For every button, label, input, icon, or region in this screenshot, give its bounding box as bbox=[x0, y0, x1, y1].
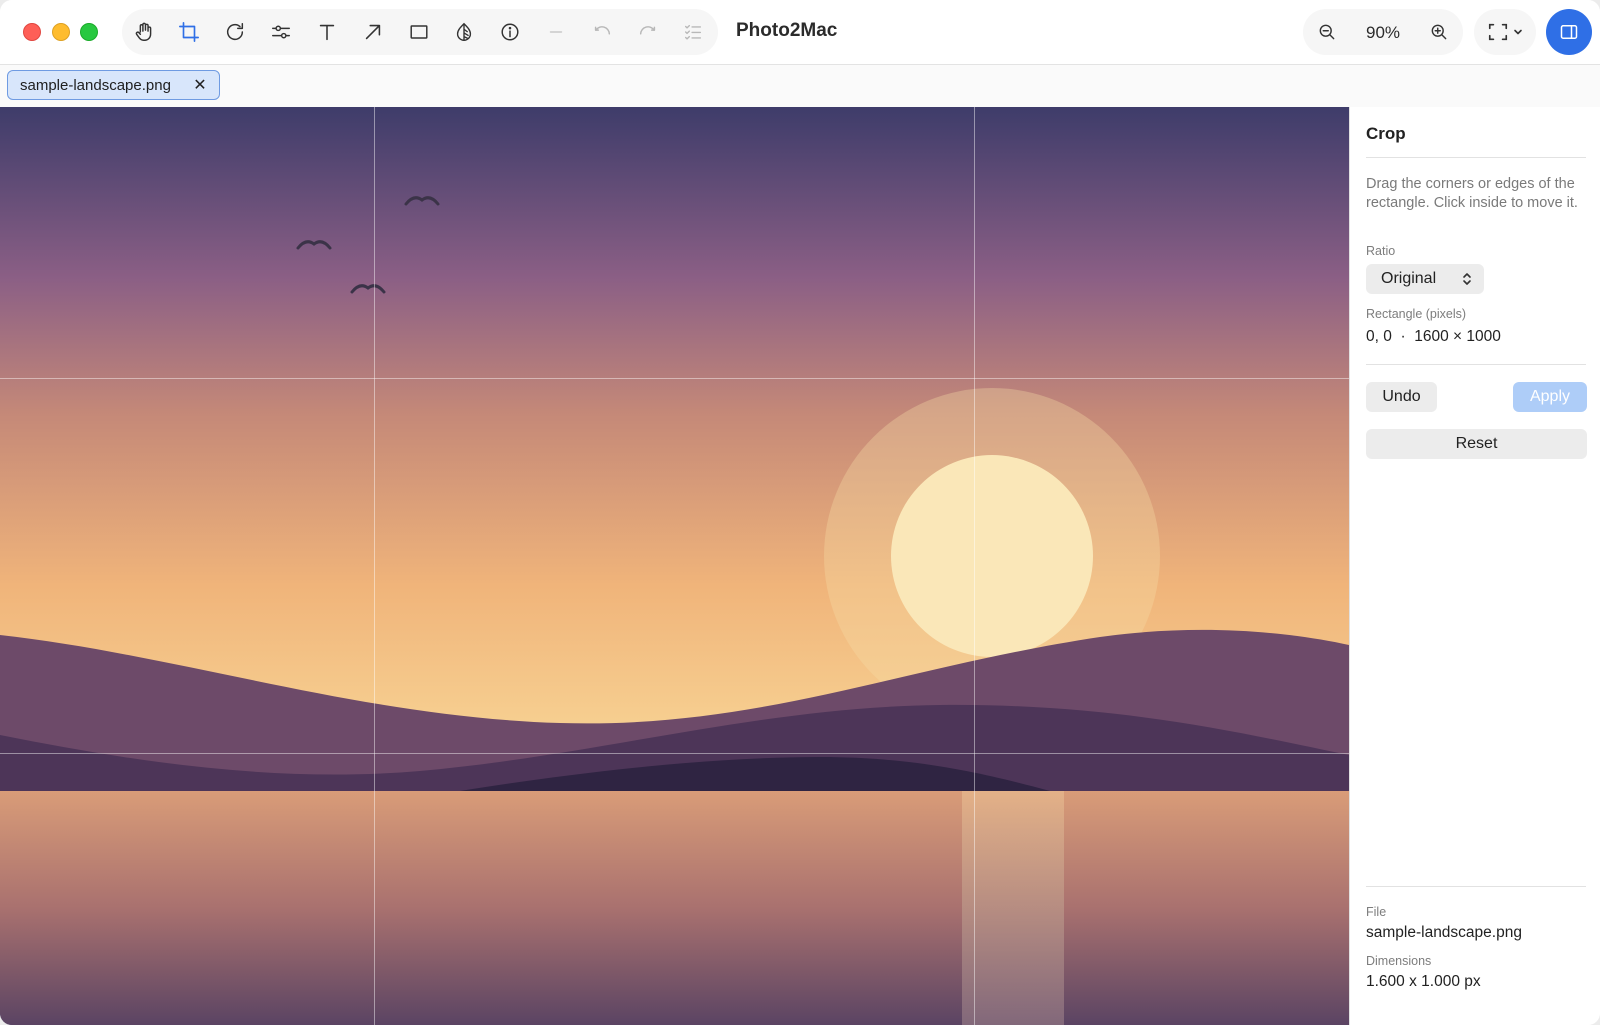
dimensions-value: 1.600 x 1.000 px bbox=[1366, 973, 1481, 990]
ratio-label: Ratio bbox=[1366, 244, 1396, 258]
zoom-level[interactable]: 90% bbox=[1349, 23, 1417, 43]
undo-tool-button[interactable] bbox=[580, 9, 624, 55]
dimensions-label: Dimensions bbox=[1366, 954, 1432, 968]
crop-tool-button[interactable] bbox=[167, 9, 211, 55]
image-canvas[interactable] bbox=[0, 107, 1349, 1025]
redo-icon bbox=[639, 26, 656, 35]
chevron-updown-icon bbox=[1463, 273, 1471, 285]
rotate-icon bbox=[226, 23, 244, 41]
rectangle-icon bbox=[410, 25, 428, 39]
file-label: File bbox=[1366, 905, 1387, 919]
crop-inspector-panel: Crop Drag the corners or edges of the re… bbox=[1349, 107, 1600, 1025]
zoom-in-button[interactable] bbox=[1419, 9, 1459, 55]
minimize-window-button[interactable] bbox=[52, 23, 70, 41]
info-tool-button[interactable] bbox=[488, 9, 532, 55]
adjust-sliders-icon bbox=[272, 25, 290, 39]
tab-sample-landscape[interactable]: sample-landscape.png ✕ bbox=[7, 70, 220, 100]
apply-button[interactable]: Apply bbox=[1513, 382, 1587, 412]
rectangle-tool-button[interactable] bbox=[397, 9, 441, 55]
tab-label: sample-landscape.png bbox=[20, 76, 171, 94]
tool-group bbox=[122, 9, 718, 55]
info-icon bbox=[501, 23, 519, 41]
line-tool-button[interactable] bbox=[534, 9, 578, 55]
ratio-select[interactable]: Original bbox=[1366, 264, 1484, 294]
file-name: sample-landscape.png bbox=[1366, 924, 1522, 941]
zoom-out-button[interactable] bbox=[1307, 9, 1347, 55]
zoom-window-button[interactable] bbox=[80, 23, 98, 41]
sidebar-icon bbox=[1560, 25, 1578, 39]
hand-icon bbox=[135, 22, 152, 41]
rectangle-label: Rectangle (pixels) bbox=[1366, 307, 1467, 321]
arrow-icon bbox=[365, 24, 381, 40]
rotate-tool-button[interactable] bbox=[213, 9, 257, 55]
close-tab-icon[interactable]: ✕ bbox=[191, 76, 209, 94]
undo-icon bbox=[594, 26, 611, 35]
redo-tool-button[interactable] bbox=[626, 9, 670, 55]
panel-title: Crop bbox=[1366, 124, 1406, 143]
redact-tool-button[interactable] bbox=[442, 9, 486, 55]
line-icon bbox=[549, 31, 563, 33]
undo-button[interactable]: Undo bbox=[1366, 382, 1437, 412]
redact-icon bbox=[456, 22, 472, 41]
tab-bar: sample-landscape.png ✕ bbox=[0, 65, 1600, 108]
sidebar-toggle-button[interactable] bbox=[1546, 9, 1592, 55]
zoom-in-icon bbox=[1431, 24, 1447, 40]
app-title: Photo2Mac bbox=[736, 20, 838, 41]
zoom-out-icon bbox=[1319, 24, 1335, 40]
crop-icon bbox=[179, 22, 199, 42]
divider bbox=[1366, 157, 1586, 158]
checklist-tool-button[interactable] bbox=[671, 9, 715, 55]
adjust-tool-button[interactable] bbox=[259, 9, 303, 55]
app-window: Photo2Mac 90% sample-landscape.png ✕ Cro… bbox=[0, 0, 1600, 1025]
landscape-image bbox=[0, 107, 1349, 1025]
crop-instructions: Drag the corners or edges of the rectang… bbox=[1366, 176, 1578, 211]
zoom-controls: 90% bbox=[1303, 9, 1463, 55]
text-icon bbox=[319, 24, 335, 41]
text-tool-button[interactable] bbox=[305, 9, 349, 55]
toolbar: Photo2Mac 90% bbox=[0, 0, 1600, 65]
fit-screen-icon bbox=[1488, 23, 1508, 41]
ratio-value: Original bbox=[1381, 270, 1437, 287]
checklist-icon bbox=[684, 24, 702, 40]
close-window-button[interactable] bbox=[23, 23, 41, 41]
hand-tool-button[interactable] bbox=[122, 9, 166, 55]
reset-button[interactable]: Reset bbox=[1366, 429, 1587, 459]
fit-view-button[interactable] bbox=[1474, 9, 1536, 55]
arrow-tool-button[interactable] bbox=[351, 9, 395, 55]
chevron-down-icon bbox=[1514, 29, 1522, 35]
divider bbox=[1366, 886, 1586, 887]
rectangle-value: 0, 0 · 1600 × 1000 bbox=[1366, 328, 1501, 345]
divider bbox=[1366, 364, 1586, 365]
